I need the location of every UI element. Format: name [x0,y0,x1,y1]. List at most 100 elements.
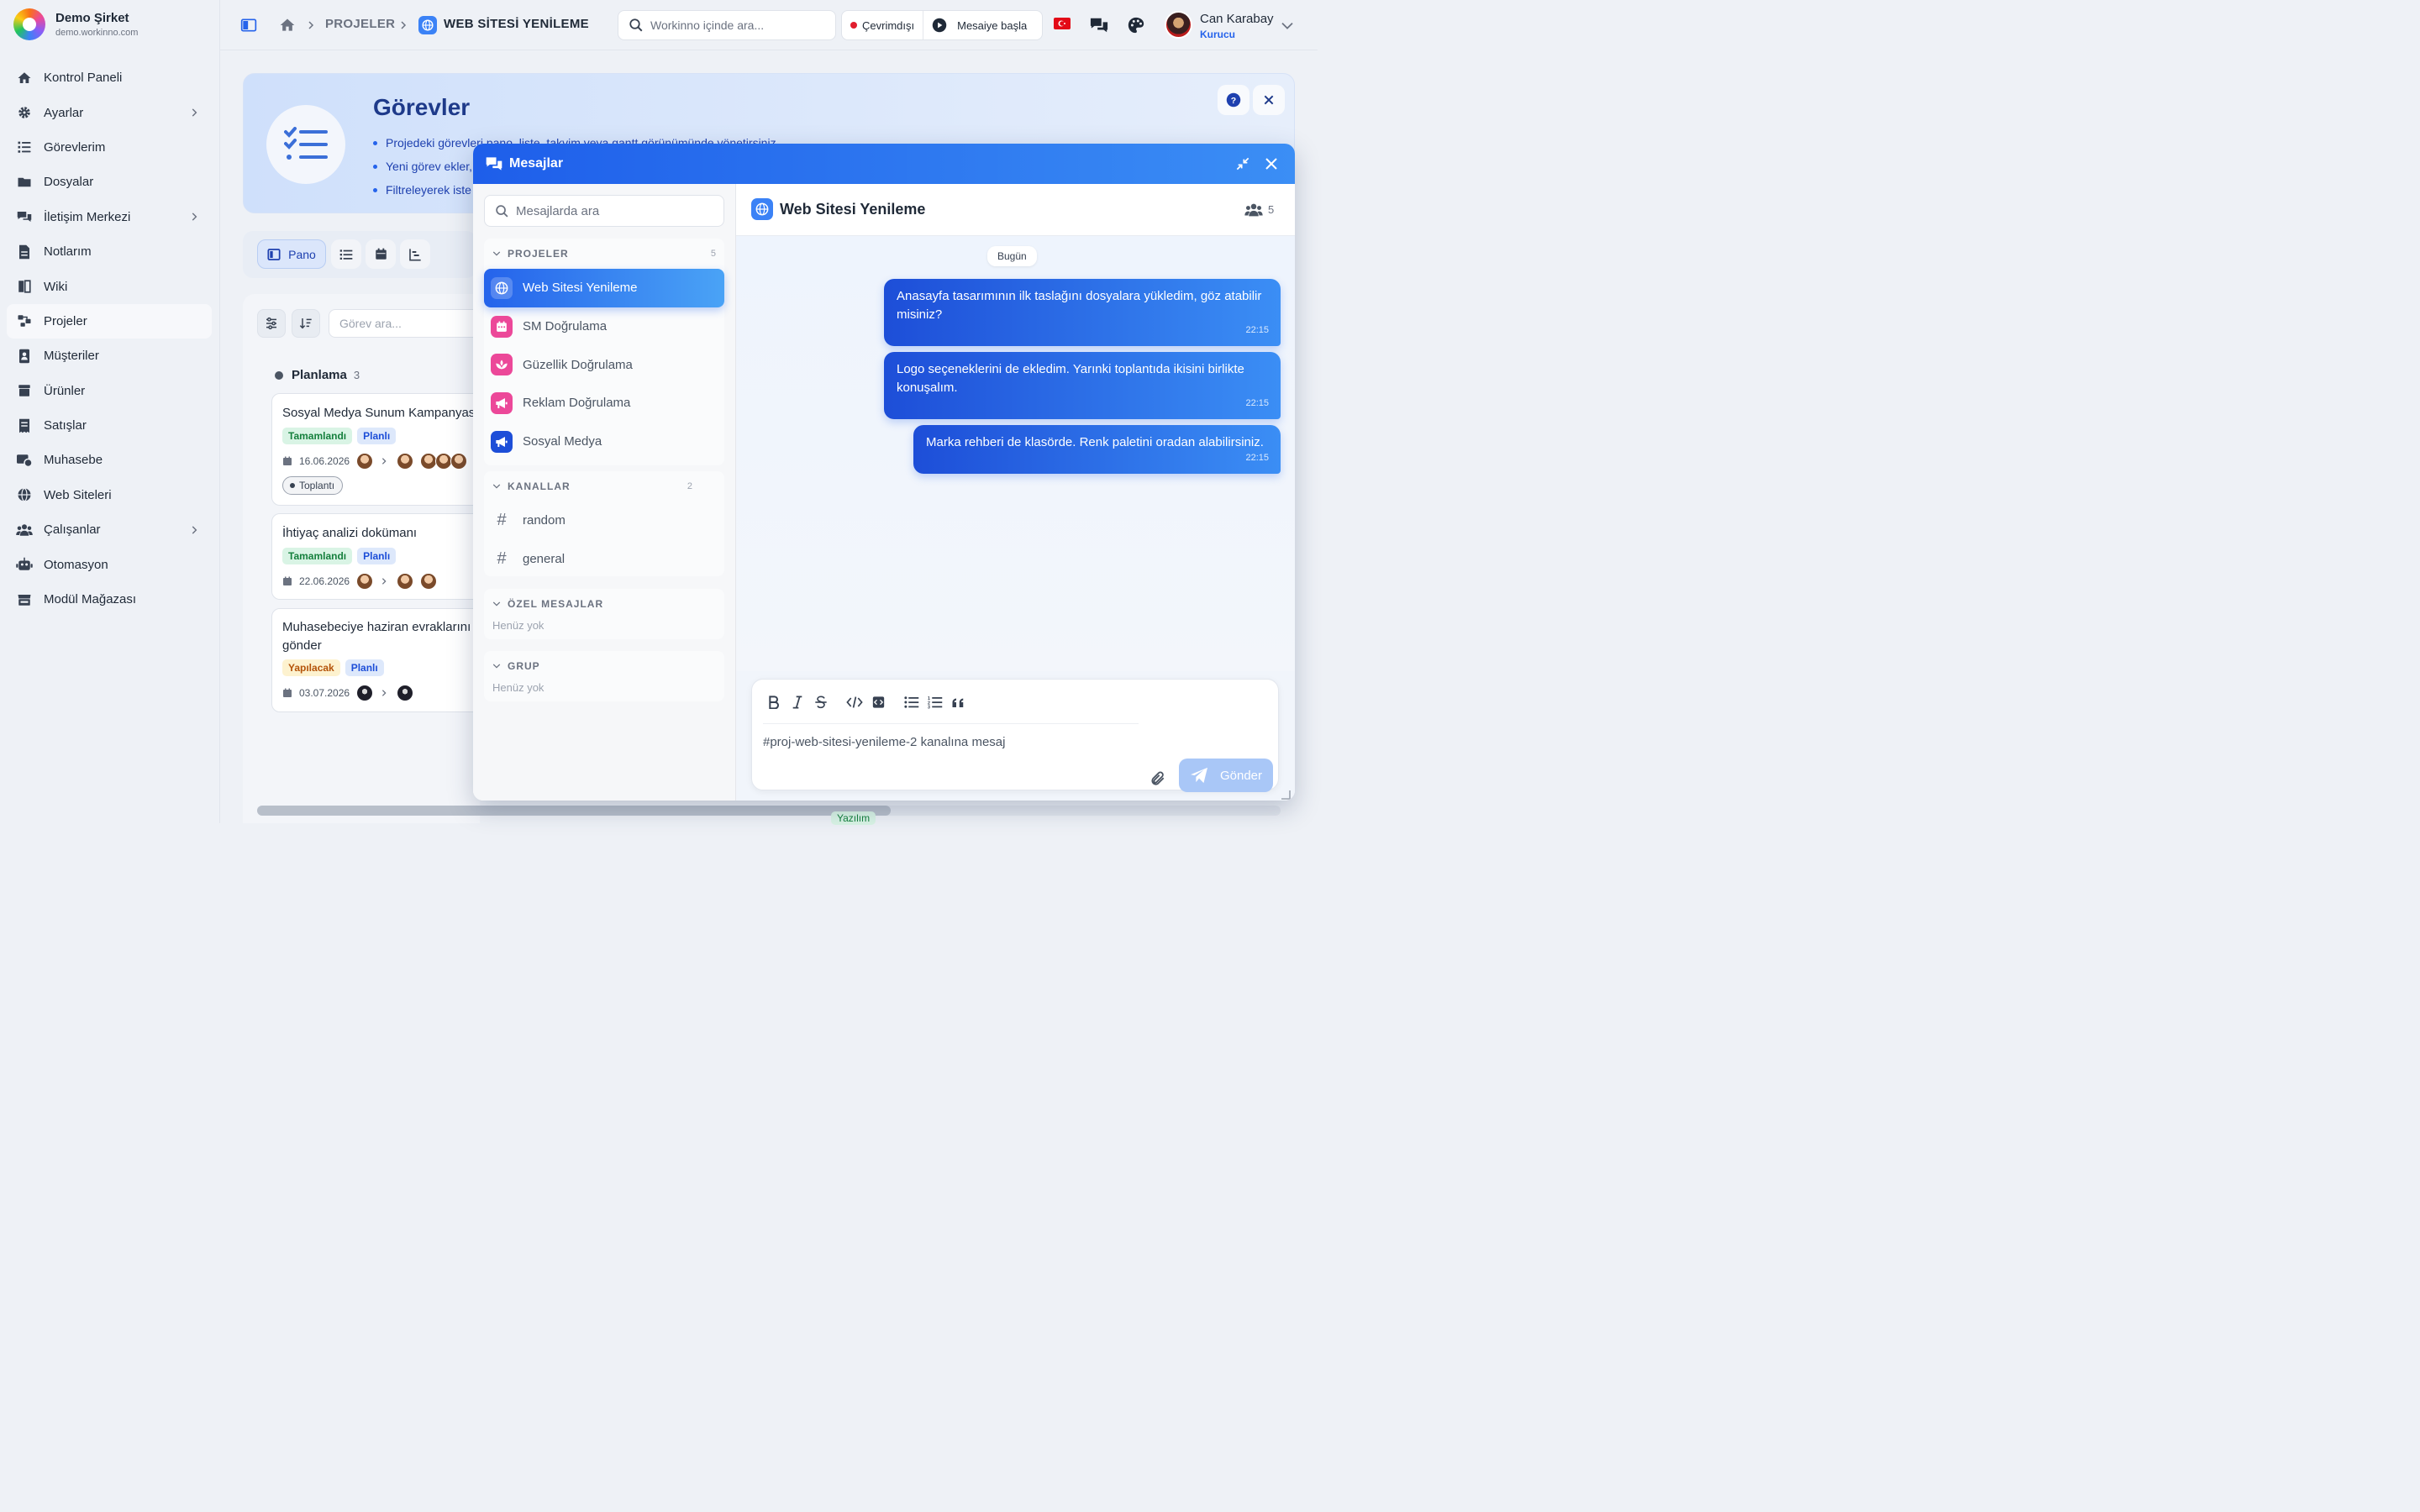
board-horizontal-scrollbar[interactable] [257,806,1281,816]
board-icon [267,248,281,260]
message-search-input[interactable] [516,203,718,218]
channels-section-header[interactable]: KANALLAR 2 [484,471,724,501]
view-gantt-button[interactable] [400,239,430,269]
quote-icon[interactable] [948,691,970,713]
message-search[interactable] [484,195,724,227]
sidebar-item-notlarim[interactable]: Notlarım [7,234,212,269]
message-input[interactable]: #proj-web-sitesi-yenileme-2 kanalına mes… [763,735,1133,749]
chevron-right-icon [188,524,202,536]
task-type-chip: Toplantı [282,476,344,495]
sidebar-item-calisanlar[interactable]: Çalışanlar [7,512,212,547]
sidebar-item-kontrol-paneli[interactable]: Kontrol Paneli [7,60,212,95]
day-separator: Bugün [987,246,1037,266]
globe-icon [418,16,437,34]
conversation-sm-dogrulama[interactable]: SM Doğrulama [484,307,724,346]
italic-icon[interactable] [786,691,808,713]
task-search-input[interactable] [329,309,488,338]
home-icon[interactable] [279,17,296,34]
filter-button[interactable] [257,309,286,338]
section-label: GRUP [508,660,540,672]
projects-section-header[interactable]: PROJELER 5 [484,239,724,269]
view-board-button[interactable]: Pano [257,239,326,269]
user-name[interactable]: Can Karabay [1200,12,1274,26]
resize-handle-icon[interactable] [1281,790,1291,800]
brand[interactable]: Demo Şirket demo.workinno.com [13,8,138,40]
avatar[interactable] [397,573,414,590]
view-list-button[interactable] [331,239,361,269]
palette-icon[interactable] [1127,16,1145,34]
user-avatar[interactable] [1165,11,1192,39]
avatar[interactable] [356,573,374,590]
messages-icon[interactable] [1089,16,1109,34]
sidebar-item-otomasyon[interactable]: Otomasyon [7,547,212,581]
sidebar: Demo Şirket demo.workinno.com Kontrol Pa… [0,0,220,823]
numbered-list-icon[interactable]: 123 [924,691,946,713]
sidebar-item-label: Web Siteleri [44,487,112,502]
message-bubble[interactable]: Logo seçeneklerini de ekledim. Yarınki t… [884,352,1281,419]
avatar[interactable] [356,453,374,470]
close-icon[interactable] [1265,157,1278,171]
start-shift-button[interactable]: Mesaiye başla [923,11,1035,39]
sidebar-item-urunler[interactable]: Ürünler [7,374,212,408]
status-button[interactable]: Çevrimdışı [842,11,923,39]
view-calendar-button[interactable] [366,239,396,269]
conversation-reklam-dogrulama[interactable]: Reklam Doğrulama [484,384,724,423]
sidebar-item-projeler[interactable]: Projeler [7,303,212,339]
minimize-icon[interactable] [1236,157,1249,171]
task-card[interactable]: İhtiyaç analizi dokümanı Tamamlandı Plan… [271,513,490,600]
conversation-guzellik-dogrulama[interactable]: Güzellik Doğrulama [484,345,724,384]
avatar[interactable] [435,453,453,470]
send-button[interactable]: Gönder [1179,759,1273,792]
help-button[interactable]: ? [1218,85,1249,115]
avatar[interactable] [450,453,468,470]
empty-state: Henüz yok [492,619,544,632]
global-search[interactable] [618,10,836,40]
channel-general[interactable]: # general [484,540,724,579]
code-block-icon[interactable] [867,691,889,713]
sidebar-item-gorevlerim[interactable]: Görevlerim [7,130,212,165]
sidebar-toggle-icon[interactable] [240,17,257,34]
breadcrumb-projeler[interactable]: PROJELER [325,17,395,31]
megaphone-icon [491,430,513,453]
bold-icon[interactable] [763,691,785,713]
turkish-flag-icon[interactable] [1054,18,1071,29]
avatar[interactable] [397,453,414,470]
conversation-sosyal-medya[interactable]: Sosyal Medya [484,423,724,461]
scrollbar-thumb[interactable] [257,806,891,816]
sort-button[interactable] [292,309,320,338]
code-icon[interactable] [844,691,865,713]
sidebar-item-satislar[interactable]: Satışlar [7,408,212,443]
direct-messages-section-header[interactable]: ÖZEL MESAJLAR [484,589,724,619]
avatar[interactable] [397,685,414,701]
sidebar-item-musteriler[interactable]: Müşteriler [7,339,212,373]
sidebar-item-iletisim-merkezi[interactable]: İletişim Merkezi [7,200,212,234]
task-card[interactable]: Sosyal Medya Sunum Kampanyası Tamamlandı… [271,393,490,506]
sidebar-item-muhasebe[interactable]: Muhasebe [7,443,212,477]
conversation-web-sitesi-yenileme[interactable]: Web Sitesi Yenileme [484,269,724,307]
strikethrough-icon[interactable] [810,691,832,713]
gantt-icon [409,248,421,260]
message-bubble[interactable]: Anasayfa tasarımının ilk taslağını dosya… [884,279,1281,346]
sidebar-item-web-siteleri[interactable]: Web Siteleri [7,478,212,512]
close-hero-button[interactable] [1253,85,1285,115]
message-bubble[interactable]: Marka rehberi de klasörde. Renk paletini… [913,425,1281,474]
sidebar-item-label: Otomasyon [44,557,108,572]
channel-random[interactable]: # random [484,501,724,540]
help-icon: ? [1226,92,1241,108]
chevron-down-icon[interactable] [1281,21,1294,31]
attachment-icon[interactable] [1150,770,1166,787]
avatar[interactable] [420,573,438,590]
sidebar-item-ayarlar[interactable]: Ayarlar [7,95,212,129]
sidebar-item-dosyalar[interactable]: Dosyalar [7,165,212,199]
sidebar-item-label: Görevlerim [44,139,106,155]
members-icon[interactable] [1244,202,1264,218]
sidebar-item-modul-magazasi[interactable]: Modül Mağazası [7,582,212,617]
avatar[interactable] [356,685,374,701]
group-section-header[interactable]: GRUP [484,651,724,681]
search-input[interactable] [650,18,827,32]
sidebar-item-wiki[interactable]: Wiki [7,269,212,303]
task-card[interactable]: Muhasebeciye haziran evraklarını gönder … [271,608,490,712]
status-badge: Planlı [357,428,397,444]
bullet-list-icon[interactable] [901,691,923,713]
avatar[interactable] [420,453,438,470]
